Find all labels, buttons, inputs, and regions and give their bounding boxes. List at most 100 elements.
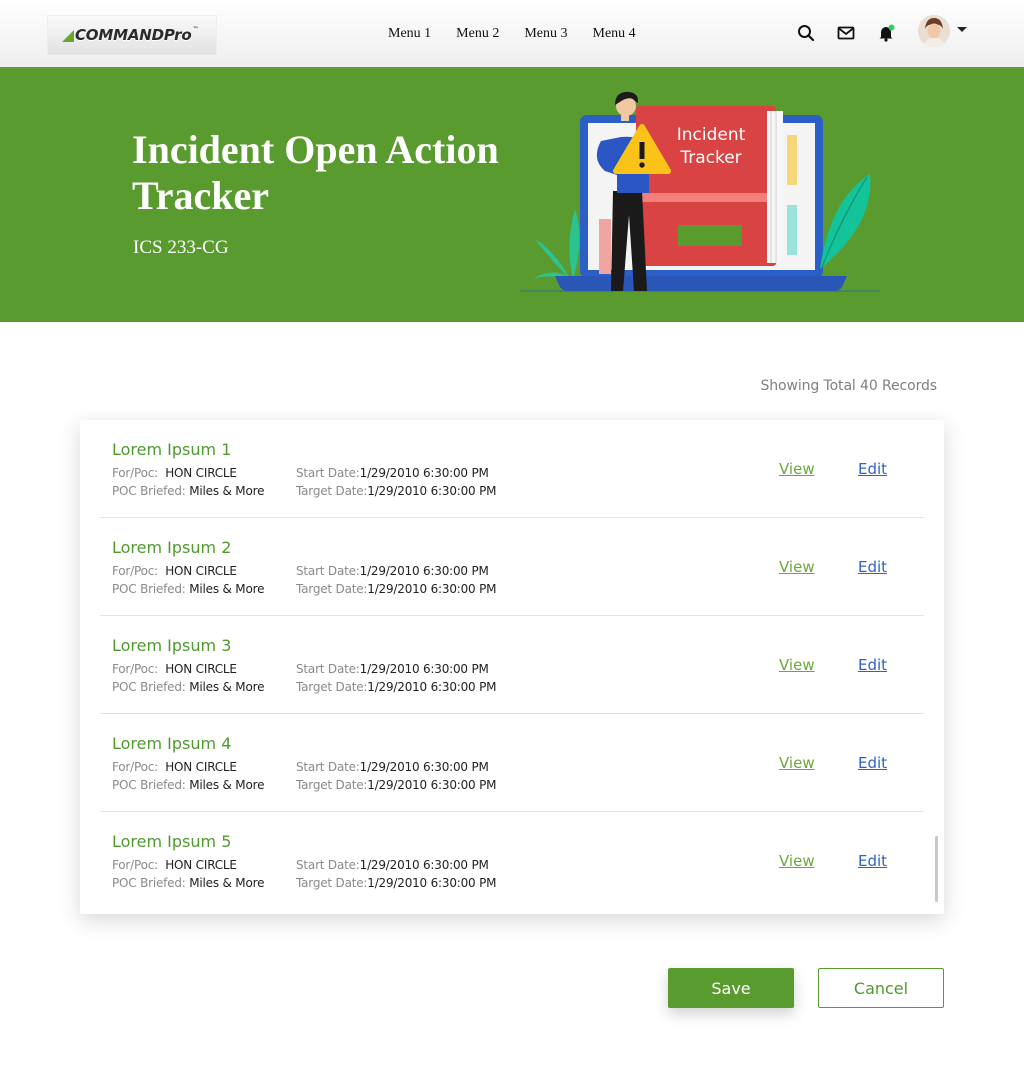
mail-icon[interactable] — [837, 24, 855, 42]
for-poc-value: HON CIRCLE — [165, 858, 237, 872]
save-button[interactable]: Save — [668, 968, 794, 1008]
record-start-date: Start Date:1/29/2010 6:30:00 PM — [296, 564, 489, 578]
view-link[interactable]: View — [779, 460, 815, 478]
for-poc-label: For/Poc: — [112, 662, 158, 676]
notification-dot — [888, 24, 895, 31]
view-link[interactable]: View — [779, 656, 815, 674]
record-title: Lorem Ipsum 1 — [112, 440, 232, 459]
poc-briefed-label: POC Briefed: — [112, 778, 186, 792]
records-summary: Showing Total 40 Records — [760, 378, 937, 394]
poc-briefed-value: Miles & More — [189, 778, 265, 792]
start-date-value: 1/29/2010 6:30:00 PM — [359, 858, 489, 872]
illustration-book-text-line2: Tracker — [679, 148, 741, 168]
record-poc-briefed: POC Briefed: Miles & More — [112, 778, 264, 792]
start-date-label: Start Date: — [296, 466, 360, 480]
record-for-poc: For/Poc: HON CIRCLE — [112, 564, 237, 578]
target-date-value: 1/29/2010 6:30:00 PM — [367, 680, 497, 694]
logo-text-command: COMMAND — [75, 26, 164, 44]
for-poc-value: HON CIRCLE — [165, 564, 237, 578]
record-start-date: Start Date:1/29/2010 6:30:00 PM — [296, 466, 489, 480]
top-navbar: COMMANDPro™ Menu 1 Menu 2 Menu 3 Menu 4 — [0, 0, 1024, 67]
view-link[interactable]: View — [779, 754, 815, 772]
logo-triangle-icon — [62, 30, 74, 42]
view-link[interactable]: View — [779, 558, 815, 576]
start-date-value: 1/29/2010 6:30:00 PM — [359, 662, 489, 676]
edit-link[interactable]: Edit — [858, 656, 887, 674]
logo-text-pro: Pro — [163, 26, 192, 44]
start-date-label: Start Date: — [296, 662, 360, 676]
target-date-value: 1/29/2010 6:30:00 PM — [367, 582, 497, 596]
cancel-button[interactable]: Cancel — [818, 968, 944, 1008]
for-poc-label: For/Poc: — [112, 858, 158, 872]
poc-briefed-label: POC Briefed: — [112, 484, 186, 498]
record-title: Lorem Ipsum 4 — [112, 734, 232, 753]
for-poc-label: For/Poc: — [112, 466, 158, 480]
target-date-label: Target Date: — [296, 484, 368, 498]
incident-tracker-illustration: Incident Tracker — [520, 91, 880, 292]
record-title: Lorem Ipsum 2 — [112, 538, 232, 557]
menu-item-2[interactable]: Menu 2 — [456, 26, 499, 42]
poc-briefed-value: Miles & More — [189, 582, 265, 596]
menu-item-4[interactable]: Menu 4 — [593, 26, 636, 42]
commandpro-logo[interactable]: COMMANDPro™ — [47, 15, 217, 55]
record-title: Lorem Ipsum 3 — [112, 636, 232, 655]
records-list: Lorem Ipsum 1 For/Poc: HON CIRCLE POC Br… — [80, 420, 944, 914]
edit-link[interactable]: Edit — [858, 852, 887, 870]
poc-briefed-value: Miles & More — [189, 680, 265, 694]
for-poc-label: For/Poc: — [112, 564, 158, 578]
list-item: Lorem Ipsum 4 For/Poc: HON CIRCLE POC Br… — [100, 714, 924, 812]
avatar[interactable] — [918, 15, 950, 47]
page-title: Incident Open Action Tracker — [132, 127, 499, 218]
target-date-label: Target Date: — [296, 582, 368, 596]
start-date-label: Start Date: — [296, 760, 360, 774]
for-poc-value: HON CIRCLE — [165, 662, 237, 676]
target-date-label: Target Date: — [296, 680, 368, 694]
record-target-date: Target Date:1/29/2010 6:30:00 PM — [296, 876, 496, 890]
record-target-date: Target Date:1/29/2010 6:30:00 PM — [296, 778, 496, 792]
record-poc-briefed: POC Briefed: Miles & More — [112, 876, 264, 890]
record-for-poc: For/Poc: HON CIRCLE — [112, 466, 237, 480]
record-poc-briefed: POC Briefed: Miles & More — [112, 484, 264, 498]
avatar-photo — [918, 15, 950, 47]
list-item: Lorem Ipsum 5 For/Poc: HON CIRCLE POC Br… — [100, 812, 924, 910]
for-poc-value: HON CIRCLE — [165, 466, 237, 480]
list-scrollbar[interactable] — [935, 836, 938, 902]
start-date-value: 1/29/2010 6:30:00 PM — [359, 760, 489, 774]
poc-briefed-label: POC Briefed: — [112, 876, 186, 890]
search-icon[interactable] — [797, 24, 815, 42]
record-start-date: Start Date:1/29/2010 6:30:00 PM — [296, 662, 489, 676]
target-date-value: 1/29/2010 6:30:00 PM — [367, 484, 497, 498]
poc-briefed-label: POC Briefed: — [112, 680, 186, 694]
poc-briefed-value: Miles & More — [189, 484, 265, 498]
record-poc-briefed: POC Briefed: Miles & More — [112, 680, 264, 694]
page-subtitle: ICS 233-CG — [133, 237, 229, 258]
start-date-label: Start Date: — [296, 858, 360, 872]
illustration-book-text-line1: Incident — [677, 125, 746, 145]
menu-item-3[interactable]: Menu 3 — [524, 26, 567, 42]
record-start-date: Start Date:1/29/2010 6:30:00 PM — [296, 760, 489, 774]
start-date-label: Start Date: — [296, 564, 360, 578]
record-start-date: Start Date:1/29/2010 6:30:00 PM — [296, 858, 489, 872]
list-item: Lorem Ipsum 3 For/Poc: HON CIRCLE POC Br… — [100, 616, 924, 714]
record-title: Lorem Ipsum 5 — [112, 832, 232, 851]
edit-link[interactable]: Edit — [858, 460, 887, 478]
list-item: Lorem Ipsum 1 For/Poc: HON CIRCLE POC Br… — [100, 420, 924, 518]
poc-briefed-label: POC Briefed: — [112, 582, 186, 596]
record-target-date: Target Date:1/29/2010 6:30:00 PM — [296, 582, 496, 596]
logo-trademark: ™ — [192, 26, 199, 33]
record-for-poc: For/Poc: HON CIRCLE — [112, 760, 237, 774]
start-date-value: 1/29/2010 6:30:00 PM — [359, 466, 489, 480]
menu-item-1[interactable]: Menu 1 — [388, 26, 431, 42]
start-date-value: 1/29/2010 6:30:00 PM — [359, 564, 489, 578]
record-for-poc: For/Poc: HON CIRCLE — [112, 662, 237, 676]
list-item: Lorem Ipsum 2 For/Poc: HON CIRCLE POC Br… — [100, 518, 924, 616]
target-date-value: 1/29/2010 6:30:00 PM — [367, 876, 497, 890]
chevron-down-icon[interactable] — [957, 27, 967, 32]
bell-icon[interactable] — [877, 24, 895, 42]
view-link[interactable]: View — [779, 852, 815, 870]
record-target-date: Target Date:1/29/2010 6:30:00 PM — [296, 484, 496, 498]
record-for-poc: For/Poc: HON CIRCLE — [112, 858, 237, 872]
poc-briefed-value: Miles & More — [189, 876, 265, 890]
edit-link[interactable]: Edit — [858, 754, 887, 772]
edit-link[interactable]: Edit — [858, 558, 887, 576]
